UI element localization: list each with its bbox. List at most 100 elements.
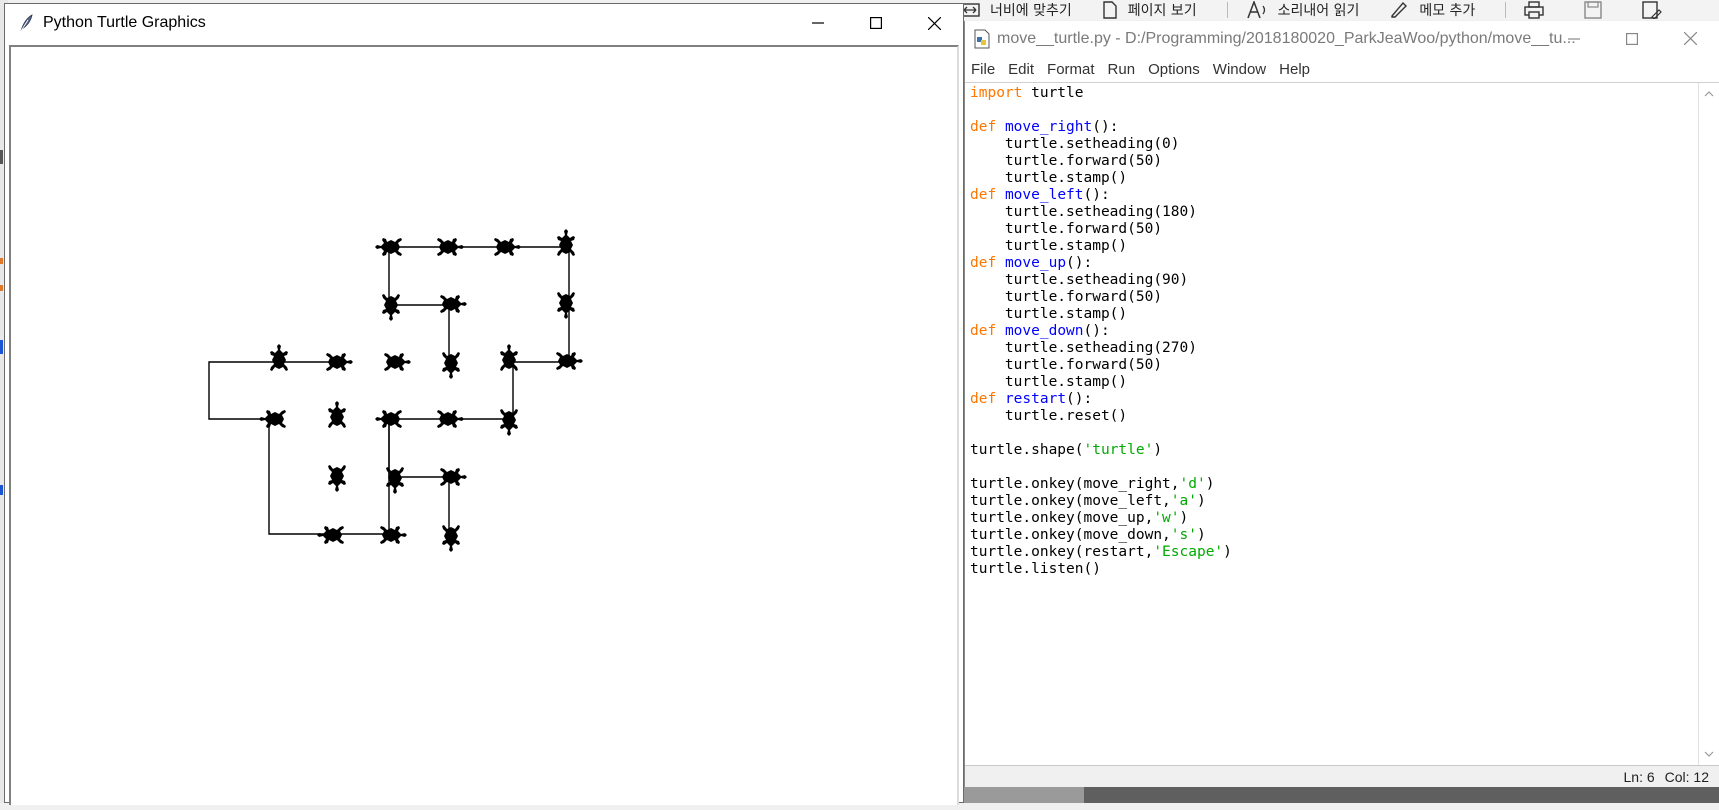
vertical-scrollbar[interactable]	[1698, 83, 1719, 765]
cursor-line: Ln: 6	[1623, 768, 1655, 785]
turtle-stamp	[380, 526, 407, 544]
code-token: turtle.onkey(move_left,	[970, 493, 1171, 509]
code-line[interactable]: turtle.forward(50)	[970, 289, 1700, 306]
edge-mark	[0, 485, 3, 495]
code-line[interactable]: turtle.setheading(180)	[970, 204, 1700, 221]
code-line[interactable]: turtle.stamp()	[970, 238, 1700, 255]
code-line[interactable]: def move_right():	[970, 119, 1700, 136]
code-line[interactable]	[970, 425, 1700, 442]
code-line[interactable]: turtle.setheading(0)	[970, 136, 1700, 153]
menu-help[interactable]: Help	[1279, 61, 1310, 78]
maximize-button[interactable]	[1603, 21, 1661, 56]
code-line[interactable]: turtle.setheading(90)	[970, 272, 1700, 289]
code-token: turtle.forward(50)	[970, 153, 1163, 169]
minimize-button[interactable]	[1545, 21, 1603, 56]
turtle-stamp	[328, 465, 346, 492]
window-controls	[789, 4, 963, 42]
code-token: turtle.setheading(90)	[970, 272, 1189, 288]
code-token: turtle	[1022, 85, 1084, 101]
turtle-stamp	[328, 401, 346, 428]
taskbar-peek	[964, 787, 1719, 803]
python-file-icon	[974, 29, 990, 48]
menu-window[interactable]: Window	[1213, 61, 1266, 78]
print-icon[interactable]	[1524, 1, 1545, 19]
close-button[interactable]	[1661, 21, 1719, 56]
turtle-stamp	[437, 238, 464, 256]
code-line[interactable]: def move_down():	[970, 323, 1700, 340]
code-line[interactable]: def move_left():	[970, 187, 1700, 204]
page-view-label: 페이지 보기	[1127, 3, 1197, 19]
code-line[interactable]: turtle.onkey(move_up,'w')	[970, 510, 1700, 527]
code-token: ():	[1066, 391, 1093, 407]
window-controls	[1545, 21, 1719, 56]
code-line[interactable]: turtle.onkey(move_down,'s')	[970, 527, 1700, 544]
code-token: turtle.setheading(180)	[970, 204, 1197, 220]
edge-mark	[0, 285, 3, 291]
menu-options[interactable]: Options	[1148, 61, 1200, 78]
save-icon[interactable]	[1584, 1, 1603, 19]
code-editor[interactable]: import turtle def move_right(): turtle.se…	[965, 83, 1700, 765]
fit-width-label: 너비에 맞추기	[990, 3, 1072, 19]
minimize-button[interactable]	[789, 4, 847, 42]
code-line[interactable]: import turtle	[970, 85, 1700, 102]
read-aloud-button[interactable]: 소리내어 읽기	[1246, 0, 1359, 20]
code-line[interactable]: turtle.forward(50)	[970, 153, 1700, 170]
close-button[interactable]	[905, 4, 963, 42]
code-line[interactable]: turtle.onkey(restart,'Escape')	[970, 544, 1700, 561]
code-line[interactable]: turtle.reset()	[970, 408, 1700, 425]
code-token: )	[1197, 527, 1206, 543]
menu-format[interactable]: Format	[1047, 61, 1095, 78]
code-line[interactable]: turtle.onkey(move_left,'a')	[970, 493, 1700, 510]
code-line[interactable]: def move_up():	[970, 255, 1700, 272]
code-line[interactable]: turtle.forward(50)	[970, 357, 1700, 374]
code-token: turtle.onkey(move_down,	[970, 527, 1171, 543]
code-line[interactable]: turtle.stamp()	[970, 306, 1700, 323]
menu-edit[interactable]: Edit	[1008, 61, 1034, 78]
code-line[interactable]: turtle.listen()	[970, 561, 1700, 578]
code-line[interactable]: turtle.shape('turtle')	[970, 442, 1700, 459]
code-line[interactable]: turtle.stamp()	[970, 374, 1700, 391]
code-token: ():	[1066, 255, 1093, 271]
code-line[interactable]: turtle.forward(50)	[970, 221, 1700, 238]
turtle-canvas[interactable]	[9, 45, 959, 805]
page-view-button[interactable]: 페이지 보기	[1102, 0, 1197, 20]
turtle-stamp	[270, 344, 288, 371]
add-note-button[interactable]: 메모 추가	[1389, 0, 1475, 20]
turtle-stamp	[440, 295, 467, 313]
add-note-label: 메모 추가	[1419, 3, 1476, 19]
turtle-stamp	[442, 525, 460, 552]
edge-mark	[0, 340, 3, 354]
toolbar-divider	[1505, 2, 1507, 18]
code-token: turtle.setheading(270)	[970, 340, 1197, 356]
toolbar-divider	[1226, 2, 1228, 18]
save-as-icon[interactable]	[1642, 1, 1663, 19]
turtle-stamps	[259, 229, 583, 552]
code-line[interactable]	[970, 102, 1700, 119]
editor-titlebar[interactable]: move__turtle.py - D:/Programming/2018180…	[965, 21, 1719, 56]
code-token: )	[1153, 442, 1163, 458]
code-line[interactable]: turtle.setheading(270)	[970, 340, 1700, 357]
turtle-stamp	[259, 410, 286, 428]
code-line[interactable]: turtle.onkey(move_right,'d')	[970, 476, 1700, 493]
edge-mark	[0, 150, 3, 164]
code-line[interactable]	[970, 459, 1700, 476]
turtle-stamp	[384, 353, 411, 371]
fit-width-button[interactable]: 너비에 맞추기	[960, 0, 1072, 20]
code-line[interactable]: turtle.stamp()	[970, 170, 1700, 187]
page-view-icon	[1103, 1, 1117, 19]
code-token: turtle.setheading(0)	[970, 136, 1180, 152]
code-token: restart	[1004, 391, 1067, 407]
background-viewer-toolbar: 너비에 맞추기 페이지 보기 소리내어 읽기 메모 추가	[960, 0, 1719, 20]
menu-file[interactable]: File	[971, 61, 995, 78]
editor-title: move__turtle.py - D:/Programming/2018180…	[997, 29, 1576, 47]
add-note-icon	[1391, 1, 1408, 18]
turtle-window-titlebar[interactable]: Python Turtle Graphics	[5, 4, 963, 42]
menu-run[interactable]: Run	[1108, 61, 1136, 78]
scroll-up-icon	[1704, 91, 1714, 97]
code-line[interactable]: def restart():	[970, 391, 1700, 408]
turtle-stamp	[442, 352, 460, 379]
maximize-button[interactable]	[847, 4, 905, 42]
maximize-icon	[870, 17, 882, 29]
